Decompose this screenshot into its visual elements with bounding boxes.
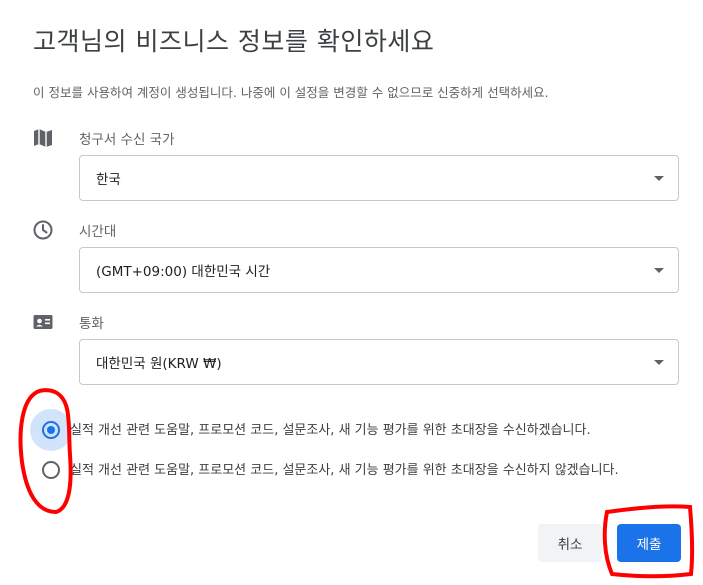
dialog-subtitle: 이 정보를 사용하여 계정이 생성됩니다. 나중에 이 설정을 변경할 수 없으…: [33, 85, 549, 100]
currency-select[interactable]: 대한민국 원(KRW ₩): [79, 339, 679, 385]
chevron-down-icon: [654, 176, 664, 181]
radio-opt-out[interactable]: [42, 461, 60, 479]
submit-button[interactable]: 제출: [617, 524, 681, 562]
timezone-value: (GMT+09:00) 대한민국 시간: [96, 264, 271, 280]
currency-label: 통화: [79, 316, 104, 332]
cancel-button[interactable]: 취소: [538, 524, 602, 562]
timezone-select[interactable]: (GMT+09:00) 대한민국 시간: [79, 247, 679, 293]
chevron-down-icon: [654, 360, 664, 365]
chevron-down-icon: [654, 268, 664, 273]
annotation-radio-circle: [18, 388, 73, 515]
dialog-title: 고객님의 비즈니스 정보를 확인하세요: [33, 27, 435, 56]
country-value: 한국: [96, 172, 121, 188]
radio-opt-out-label: 실적 개선 관련 도움말, 프로모션 코드, 설문조사, 새 기능 평가를 위한…: [70, 463, 619, 478]
timezone-label: 시간대: [79, 224, 117, 240]
currency-value: 대한민국 원(KRW ₩): [96, 356, 222, 372]
map-icon: [34, 129, 52, 147]
clock-icon: [33, 220, 53, 240]
currency-card-icon: [33, 315, 53, 329]
radio-opt-in[interactable]: [42, 421, 60, 439]
country-select[interactable]: 한국: [79, 155, 679, 201]
radio-opt-in-label: 실적 개선 관련 도움말, 프로모션 코드, 설문조사, 새 기능 평가를 위한…: [70, 423, 591, 438]
country-label: 청구서 수신 국가: [79, 132, 175, 148]
